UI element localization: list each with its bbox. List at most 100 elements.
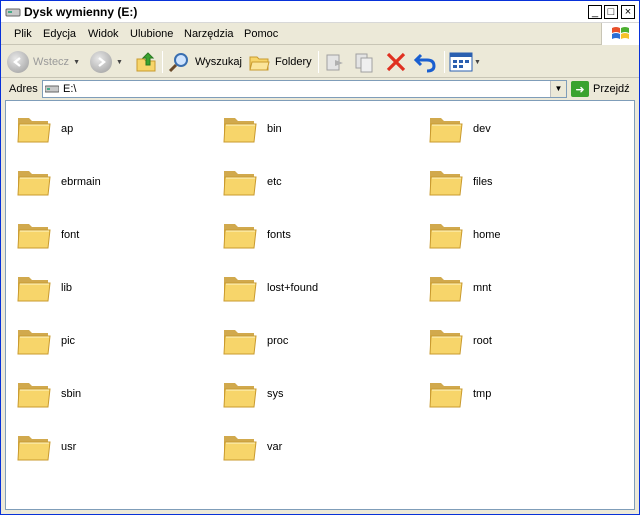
minimize-button[interactable]: _ <box>588 5 602 19</box>
undo-button[interactable] <box>413 50 437 74</box>
folder-item[interactable]: files <box>418 160 618 204</box>
toolbar-separator <box>318 51 319 73</box>
go-button[interactable]: ➜ Przejdź <box>571 80 635 98</box>
close-button[interactable]: × <box>621 5 635 19</box>
folder-item[interactable]: home <box>418 213 618 257</box>
delete-icon <box>386 52 406 72</box>
folder-name: root <box>473 335 492 347</box>
search-button[interactable]: Wyszukaj <box>167 50 242 74</box>
address-value: E:\ <box>63 83 77 95</box>
toolbar-separator <box>444 51 445 73</box>
drive-icon <box>45 85 59 93</box>
folders-label: Foldery <box>275 56 312 68</box>
toolbar-separator <box>162 51 163 73</box>
menu-file[interactable]: Plik <box>14 28 32 40</box>
folder-icon <box>429 330 463 355</box>
folder-name: lib <box>61 282 73 294</box>
folder-icon <box>17 277 51 302</box>
folder-item[interactable]: fonts <box>212 213 412 257</box>
folder-icon <box>223 118 257 143</box>
delete-button[interactable] <box>384 50 408 74</box>
folder-name: files <box>473 176 493 188</box>
menu-view[interactable]: Widok <box>88 28 119 40</box>
folder-icon <box>17 118 51 143</box>
folder-name: proc <box>267 335 289 347</box>
folder-item[interactable]: tmp <box>418 372 618 416</box>
back-dropdown-icon[interactable]: ▼ <box>73 59 80 66</box>
address-label: Adres <box>9 83 38 95</box>
folder-view[interactable]: ap bin dev ebrmain etc files font fonts home lib l… <box>5 100 635 510</box>
folder-icon <box>223 436 257 461</box>
folder-icon <box>223 171 257 196</box>
folder-icon <box>17 171 51 196</box>
folder-item[interactable]: font <box>6 213 206 257</box>
menu-edit[interactable]: Edycja <box>43 28 76 40</box>
menu-bar: Plik Edycja Widok Ulubione Narzędzia Pom… <box>1 23 639 45</box>
back-label: Wstecz <box>33 56 70 68</box>
folders-button[interactable]: Foldery <box>247 50 312 74</box>
folder-item[interactable]: bin <box>212 107 412 151</box>
maximize-button[interactable]: □ <box>604 5 618 19</box>
folder-name: mnt <box>473 282 492 294</box>
folder-icon <box>429 277 463 302</box>
folder-name: bin <box>267 123 282 135</box>
back-button[interactable]: Wstecz ▼ <box>7 50 80 74</box>
folder-name: font <box>61 229 80 241</box>
folder-item[interactable]: etc <box>212 160 412 204</box>
undo-icon <box>413 53 436 73</box>
address-bar: Adres E:\ ▼ ➜ Przejdź <box>1 79 639 99</box>
views-icon <box>449 52 473 72</box>
move-to-button[interactable] <box>323 50 347 74</box>
back-arrow-icon <box>7 51 29 73</box>
views-button[interactable]: ▼ <box>449 50 481 74</box>
folder-item[interactable]: ap <box>6 107 206 151</box>
folder-item[interactable]: var <box>212 425 412 469</box>
folder-item[interactable]: root <box>418 319 618 363</box>
folder-icon <box>223 383 257 408</box>
folder-icon <box>223 277 257 302</box>
folder-item[interactable]: dev <box>418 107 618 151</box>
folder-item[interactable]: proc <box>212 319 412 363</box>
search-label: Wyszukaj <box>195 56 242 68</box>
folder-item[interactable]: lost+found <box>212 266 412 310</box>
drive-icon <box>5 8 21 17</box>
menu-help[interactable]: Pomoc <box>244 28 278 40</box>
folder-name: fonts <box>267 229 291 241</box>
up-folder-button[interactable] <box>134 50 158 74</box>
folder-name: ebrmain <box>61 176 101 188</box>
copy-to-button[interactable] <box>353 50 377 74</box>
folder-icon <box>429 383 463 408</box>
folder-item[interactable]: sys <box>212 372 412 416</box>
folder-item[interactable]: lib <box>6 266 206 310</box>
folder-name: usr <box>61 441 77 453</box>
folder-icon <box>17 224 51 249</box>
folder-icon <box>429 118 463 143</box>
explorer-window: Dysk wymienny (E:) _ □ × Plik Edycja Wid… <box>0 0 640 515</box>
folder-name: sbin <box>61 388 82 400</box>
folder-item[interactable]: usr <box>6 425 206 469</box>
forward-dropdown-icon[interactable]: ▼ <box>116 59 123 66</box>
folder-icon <box>223 224 257 249</box>
views-dropdown-icon[interactable]: ▼ <box>474 59 481 66</box>
folder-item[interactable]: sbin <box>6 372 206 416</box>
toolbar: Wstecz ▼ ▼ Wyszukaj Foldery ▼ <box>1 46 639 78</box>
windows-flag-icon <box>612 27 629 39</box>
folder-name: dev <box>473 123 491 135</box>
copy-to-icon <box>355 53 373 73</box>
folder-item[interactable]: pic <box>6 319 206 363</box>
folder-name: lost+found <box>267 282 319 294</box>
move-to-icon <box>326 54 343 71</box>
address-dropdown-icon[interactable]: ▼ <box>550 81 566 97</box>
folder-icon <box>17 330 51 355</box>
forward-button[interactable]: ▼ <box>90 50 123 74</box>
folder-item[interactable]: ebrmain <box>6 160 206 204</box>
windows-logo <box>601 23 639 45</box>
address-input[interactable]: E:\ ▼ <box>42 80 567 98</box>
menu-favorites[interactable]: Ulubione <box>130 28 173 40</box>
folder-item[interactable]: mnt <box>418 266 618 310</box>
menu-tools[interactable]: Narzędzia <box>184 28 234 40</box>
folders-icon <box>249 56 270 71</box>
up-folder-icon <box>136 52 156 72</box>
folder-name: tmp <box>473 388 492 400</box>
title-bar[interactable]: Dysk wymienny (E:) _ □ × <box>1 1 639 23</box>
